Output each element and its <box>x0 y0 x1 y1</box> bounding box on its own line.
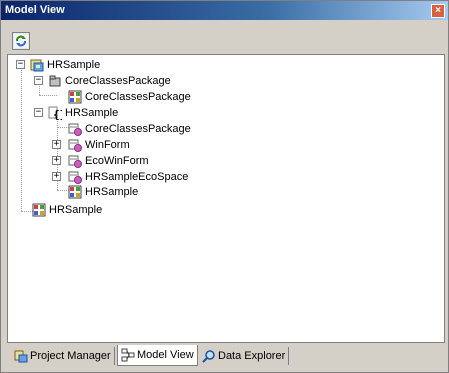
tab-project-manager[interactable]: Project Manager <box>11 347 115 365</box>
project-icon <box>30 59 44 72</box>
tree-node-label: CoreClassesPackage <box>65 75 171 87</box>
tree-node-label: WinForm <box>85 139 130 151</box>
tree-node-hrsample-namespace[interactable]: {} HRSample <box>48 105 118 121</box>
tree-node-hrsample-root-diagram[interactable]: HRSample <box>32 202 102 218</box>
tree-node-coreclassespackage-diagram[interactable]: CoreClassesPackage <box>68 89 191 105</box>
expand-toggle[interactable]: + <box>52 172 61 181</box>
tree-node-label: HRSample <box>47 59 101 71</box>
tree-node-label: HRSample <box>49 204 103 216</box>
tree-node-label: CoreClassesPackage <box>85 123 191 135</box>
diagram-icon <box>68 90 82 104</box>
class-icon <box>68 123 82 136</box>
toolbar <box>3 23 446 51</box>
collapse-toggle[interactable]: − <box>34 108 43 117</box>
data-explorer-icon <box>202 350 215 363</box>
tree-node-hrsampleecospace[interactable]: HRSampleEcoSpace <box>68 169 188 185</box>
tree-node-label: HRSampleEcoSpace <box>85 171 189 183</box>
tab-model-view[interactable]: Model View <box>117 345 198 366</box>
tree-node-coreclassespackage[interactable]: CoreClassesPackage <box>48 73 171 89</box>
tab-data-explorer[interactable]: Data Explorer <box>199 347 290 365</box>
expand-toggle[interactable]: + <box>52 156 61 165</box>
folder-icon <box>49 75 61 87</box>
tab-label: Model View <box>137 349 194 361</box>
tree-connector <box>21 67 22 211</box>
class-icon <box>68 139 82 152</box>
tree-node-coreclassespackage-class[interactable]: CoreClassesPackage <box>68 121 191 137</box>
tree-node-hrsample-root[interactable]: HRSample <box>30 57 100 73</box>
collapse-toggle[interactable]: − <box>16 60 25 69</box>
tree-connector <box>39 95 57 96</box>
refresh-icon <box>14 34 28 48</box>
tree-node-label: HRSample <box>65 107 119 119</box>
class-icon <box>68 171 82 184</box>
tree-node-hrsample-diagram[interactable]: HRSample <box>68 184 138 200</box>
project-manager-icon <box>14 350 28 363</box>
diagram-icon <box>32 203 46 217</box>
tree-node-label: EcoWinForm <box>85 155 149 167</box>
tree-node-label: HRSample <box>85 186 139 198</box>
refresh-button[interactable] <box>12 32 30 50</box>
model-view-icon <box>121 348 135 362</box>
expand-toggle[interactable]: + <box>52 140 61 149</box>
title-bar[interactable]: Model View × <box>1 1 448 20</box>
tree-node-winform[interactable]: WinForm <box>68 137 130 153</box>
bottom-tab-bar: Project Manager Model View Data Explorer <box>7 345 443 367</box>
tab-label: Data Explorer <box>218 350 286 362</box>
svg-text:{}: {} <box>53 108 62 120</box>
model-view-window: Model View × − − − + + + HRSample CoreCl… <box>0 0 449 373</box>
diagram-icon <box>68 185 82 199</box>
window-title: Model View <box>5 4 65 16</box>
collapse-toggle[interactable]: − <box>34 76 43 85</box>
class-icon <box>68 155 82 168</box>
close-button[interactable]: × <box>431 4 445 18</box>
namespace-icon: {} <box>48 106 62 120</box>
tree-node-ecowinform[interactable]: EcoWinForm <box>68 153 149 169</box>
tab-label: Project Manager <box>30 350 111 362</box>
model-tree[interactable]: − − − + + + HRSample CoreClassesPackage <box>7 54 445 343</box>
tree-node-label: CoreClassesPackage <box>85 91 191 103</box>
